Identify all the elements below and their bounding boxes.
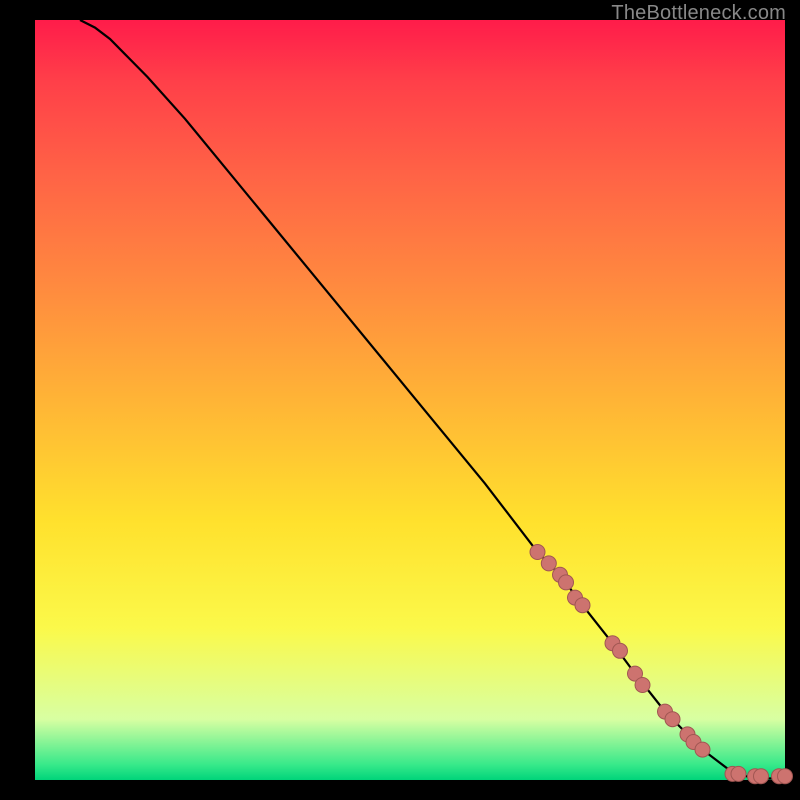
scatter-dot	[541, 556, 556, 571]
scatter-dot	[754, 769, 769, 784]
scatter-dot	[695, 742, 710, 757]
scatter-dot	[731, 766, 746, 781]
bottleneck-curve	[80, 20, 785, 779]
scatter-dot	[635, 678, 650, 693]
scatter-dot	[613, 643, 628, 658]
scatter-dot	[530, 545, 545, 560]
scatter-dot	[575, 598, 590, 613]
scatter-dot	[665, 712, 680, 727]
chart-frame: TheBottleneck.com	[0, 0, 800, 800]
scatter-dots-group	[530, 545, 793, 784]
scatter-dot	[559, 575, 574, 590]
scatter-dot	[778, 769, 793, 784]
chart-overlay	[35, 20, 785, 780]
